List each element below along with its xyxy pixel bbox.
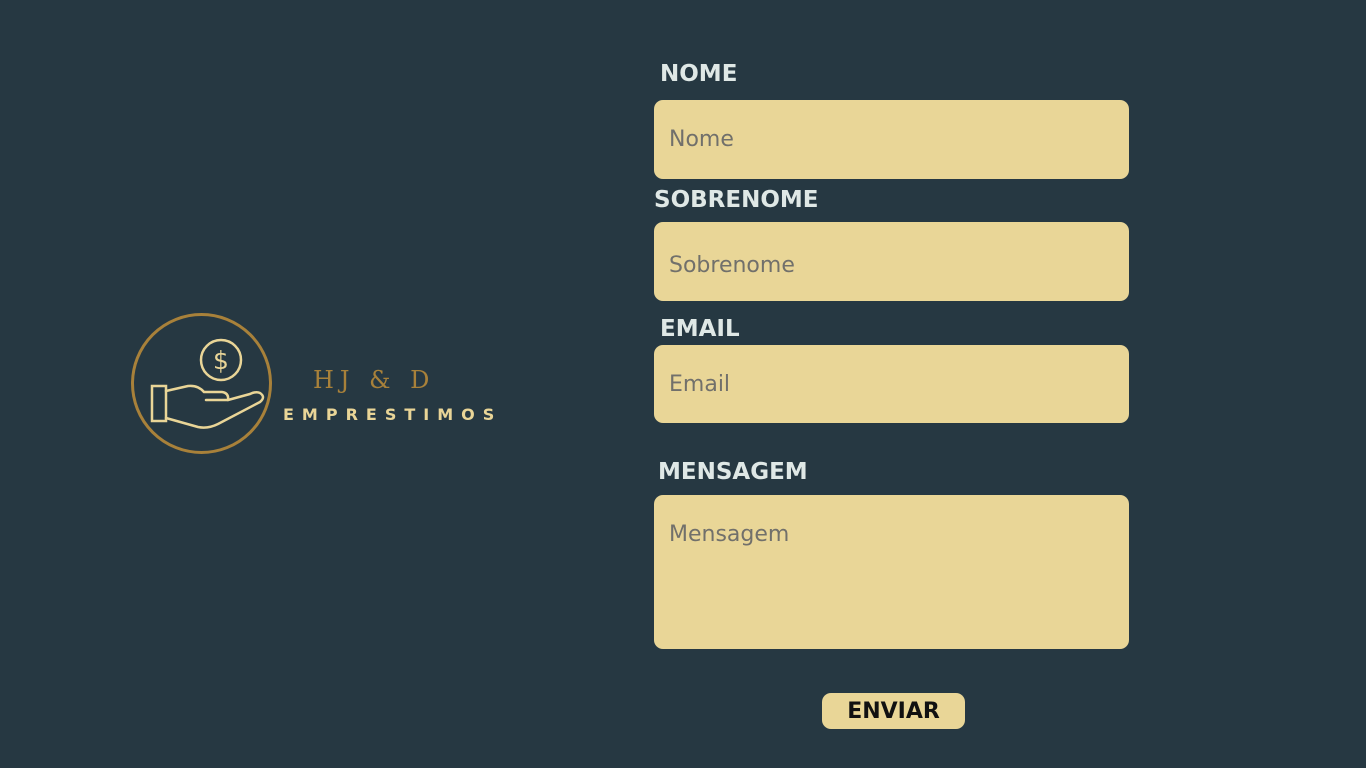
mensagem-label: MENSAGEM [658, 459, 808, 485]
enviar-button[interactable]: ENVIAR [822, 693, 965, 729]
nome-input[interactable] [654, 100, 1129, 179]
brand-name-bottom: EMPRESTIMOS [283, 405, 503, 424]
brand-name-top: HJ & D [313, 366, 436, 394]
hand-holding-dollar-icon: $ [150, 338, 265, 429]
sobrenome-label: SOBRENOME [654, 187, 819, 213]
sobrenome-input[interactable] [654, 222, 1129, 301]
mensagem-textarea[interactable] [654, 495, 1129, 649]
contact-page: $ HJ & D EMPRESTIMOS NOME SOBRENOME EMAI… [0, 0, 1366, 768]
email-input[interactable] [654, 345, 1129, 423]
email-label: EMAIL [660, 316, 740, 342]
nome-label: NOME [660, 61, 738, 87]
svg-text:$: $ [213, 346, 229, 375]
